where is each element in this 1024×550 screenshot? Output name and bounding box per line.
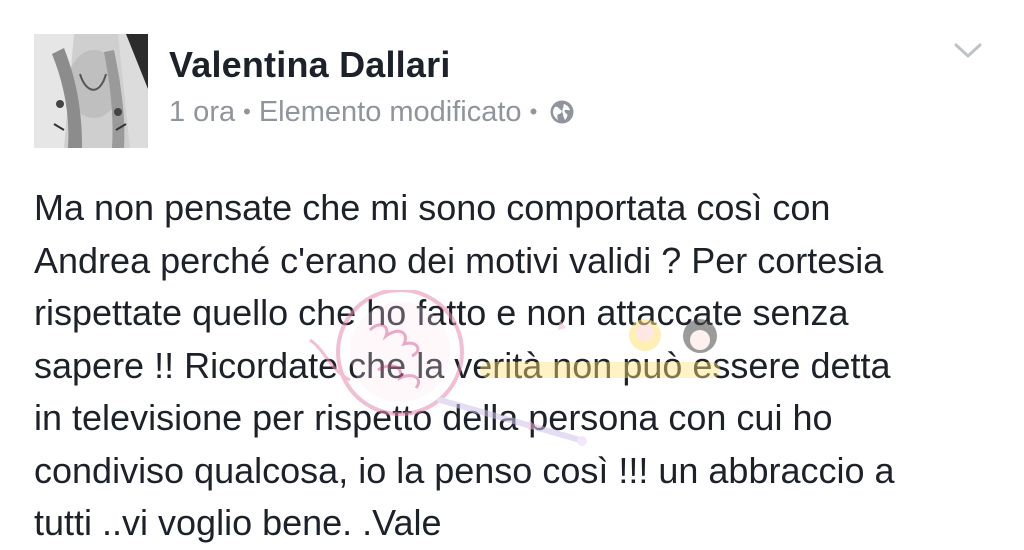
meta-separator: • (243, 99, 251, 124)
avatar-photo (34, 34, 148, 148)
edited-label[interactable]: Elemento modificato (259, 96, 522, 129)
post-body: Ma non pensate che mi sono comportata co… (34, 187, 895, 543)
globe-icon[interactable] (549, 99, 575, 125)
chevron-down-icon[interactable] (953, 40, 983, 62)
author-name[interactable]: Valentina Dallari (169, 44, 451, 86)
post-meta: 1 ora • Elemento modificato • (169, 94, 575, 130)
avatar[interactable] (34, 34, 148, 148)
meta-separator: • (529, 99, 538, 124)
post-timestamp[interactable]: 1 ora (169, 96, 235, 129)
facebook-post: Valentina Dallari 1 ora • Elemento modif… (0, 0, 1024, 543)
